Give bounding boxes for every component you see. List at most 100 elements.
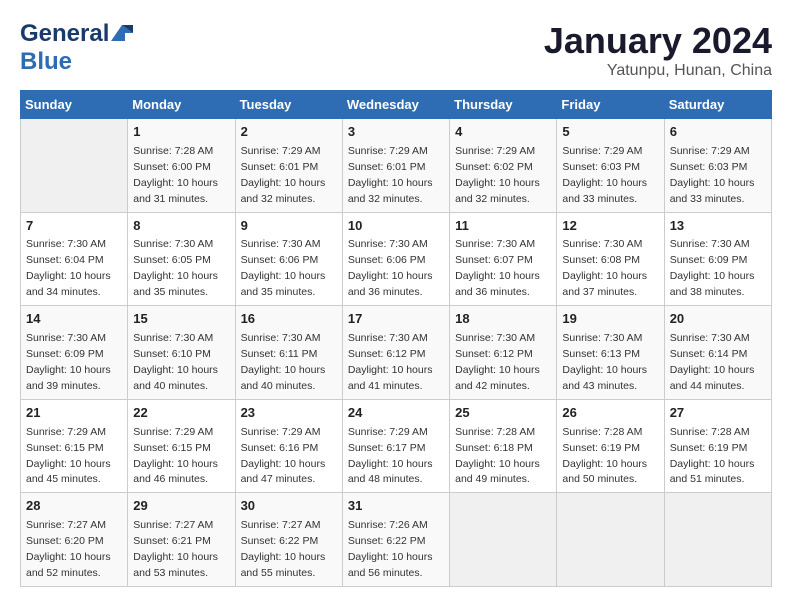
day-info: Sunrise: 7:30 AM Sunset: 6:11 PM Dayligh… — [241, 332, 326, 392]
day-number: 17 — [348, 310, 444, 329]
day-number: 15 — [133, 310, 229, 329]
calendar-week-4: 21 Sunrise: 7:29 AM Sunset: 6:15 PM Dayli… — [21, 399, 772, 493]
day-info: Sunrise: 7:30 AM Sunset: 6:13 PM Dayligh… — [562, 332, 647, 392]
day-info: Sunrise: 7:29 AM Sunset: 6:16 PM Dayligh… — [241, 426, 326, 486]
calendar-cell: 26 Sunrise: 7:28 AM Sunset: 6:19 PM Dayli… — [557, 399, 664, 493]
logo: General Blue — [20, 20, 133, 76]
day-info: Sunrise: 7:30 AM Sunset: 6:04 PM Dayligh… — [26, 238, 111, 298]
day-number: 20 — [670, 310, 766, 329]
weekday-tuesday: Tuesday — [235, 91, 342, 119]
day-number: 23 — [241, 404, 337, 423]
day-info: Sunrise: 7:28 AM Sunset: 6:19 PM Dayligh… — [562, 426, 647, 486]
weekday-monday: Monday — [128, 91, 235, 119]
calendar-week-3: 14 Sunrise: 7:30 AM Sunset: 6:09 PM Dayli… — [21, 306, 772, 400]
day-info: Sunrise: 7:27 AM Sunset: 6:22 PM Dayligh… — [241, 519, 326, 579]
day-number: 8 — [133, 217, 229, 236]
title-block: January 2024 Yatunpu, Hunan, China — [544, 20, 772, 80]
day-number: 9 — [241, 217, 337, 236]
day-number: 18 — [455, 310, 551, 329]
calendar-cell: 14 Sunrise: 7:30 AM Sunset: 6:09 PM Dayli… — [21, 306, 128, 400]
day-number: 11 — [455, 217, 551, 236]
calendar-week-1: 1Sunrise: 7:28 AM Sunset: 6:00 PM Daylig… — [21, 119, 772, 213]
day-info: Sunrise: 7:30 AM Sunset: 6:12 PM Dayligh… — [348, 332, 433, 392]
day-number: 29 — [133, 497, 229, 516]
day-info: Sunrise: 7:29 AM Sunset: 6:02 PM Dayligh… — [455, 145, 540, 205]
day-info: Sunrise: 7:30 AM Sunset: 6:06 PM Dayligh… — [348, 238, 433, 298]
day-info: Sunrise: 7:30 AM Sunset: 6:09 PM Dayligh… — [26, 332, 111, 392]
day-number: 3 — [348, 123, 444, 142]
calendar-cell: 1Sunrise: 7:28 AM Sunset: 6:00 PM Daylig… — [128, 119, 235, 213]
calendar-title: January 2024 — [544, 20, 772, 62]
calendar-cell — [557, 493, 664, 587]
calendar-cell: 11 Sunrise: 7:30 AM Sunset: 6:07 PM Dayli… — [450, 212, 557, 306]
day-number: 14 — [26, 310, 122, 329]
calendar-cell: 29 Sunrise: 7:27 AM Sunset: 6:21 PM Dayli… — [128, 493, 235, 587]
calendar-cell: 7 Sunrise: 7:30 AM Sunset: 6:04 PM Daylig… — [21, 212, 128, 306]
calendar-cell: 31Sunrise: 7:26 AM Sunset: 6:22 PM Dayli… — [342, 493, 449, 587]
calendar-table: SundayMondayTuesdayWednesdayThursdayFrid… — [20, 90, 772, 587]
calendar-cell: 2 Sunrise: 7:29 AM Sunset: 6:01 PM Daylig… — [235, 119, 342, 213]
day-number: 28 — [26, 497, 122, 516]
day-info: Sunrise: 7:29 AM Sunset: 6:17 PM Dayligh… — [348, 426, 433, 486]
calendar-cell: 24 Sunrise: 7:29 AM Sunset: 6:17 PM Dayli… — [342, 399, 449, 493]
day-number: 21 — [26, 404, 122, 423]
logo-icon — [111, 25, 133, 41]
calendar-cell: 18Sunrise: 7:30 AM Sunset: 6:12 PM Dayli… — [450, 306, 557, 400]
calendar-cell: 19 Sunrise: 7:30 AM Sunset: 6:13 PM Dayli… — [557, 306, 664, 400]
calendar-cell: 3Sunrise: 7:29 AM Sunset: 6:01 PM Daylig… — [342, 119, 449, 213]
day-number: 19 — [562, 310, 658, 329]
page-header: General Blue January 2024 Yatunpu, Hunan… — [20, 20, 772, 80]
calendar-cell: 10 Sunrise: 7:30 AM Sunset: 6:06 PM Dayli… — [342, 212, 449, 306]
day-info: Sunrise: 7:30 AM Sunset: 6:07 PM Dayligh… — [455, 238, 540, 298]
day-info: Sunrise: 7:30 AM Sunset: 6:14 PM Dayligh… — [670, 332, 755, 392]
calendar-cell — [21, 119, 128, 213]
calendar-cell: 22 Sunrise: 7:29 AM Sunset: 6:15 PM Dayli… — [128, 399, 235, 493]
day-info: Sunrise: 7:28 AM Sunset: 6:00 PM Dayligh… — [133, 145, 218, 205]
day-number: 7 — [26, 217, 122, 236]
calendar-cell: 9Sunrise: 7:30 AM Sunset: 6:06 PM Daylig… — [235, 212, 342, 306]
day-number: 2 — [241, 123, 337, 142]
calendar-cell: 16Sunrise: 7:30 AM Sunset: 6:11 PM Dayli… — [235, 306, 342, 400]
day-number: 12 — [562, 217, 658, 236]
calendar-cell — [664, 493, 771, 587]
day-info: Sunrise: 7:29 AM Sunset: 6:15 PM Dayligh… — [26, 426, 111, 486]
calendar-cell: 20 Sunrise: 7:30 AM Sunset: 6:14 PM Dayli… — [664, 306, 771, 400]
calendar-week-2: 7 Sunrise: 7:30 AM Sunset: 6:04 PM Daylig… — [21, 212, 772, 306]
calendar-cell: 17 Sunrise: 7:30 AM Sunset: 6:12 PM Dayli… — [342, 306, 449, 400]
calendar-week-5: 28 Sunrise: 7:27 AM Sunset: 6:20 PM Dayli… — [21, 493, 772, 587]
weekday-saturday: Saturday — [664, 91, 771, 119]
day-info: Sunrise: 7:30 AM Sunset: 6:08 PM Dayligh… — [562, 238, 647, 298]
calendar-cell: 21 Sunrise: 7:29 AM Sunset: 6:15 PM Dayli… — [21, 399, 128, 493]
logo-general: General — [20, 20, 109, 48]
calendar-cell: 6Sunrise: 7:29 AM Sunset: 6:03 PM Daylig… — [664, 119, 771, 213]
day-info: Sunrise: 7:27 AM Sunset: 6:21 PM Dayligh… — [133, 519, 218, 579]
calendar-cell: 25 Sunrise: 7:28 AM Sunset: 6:18 PM Dayli… — [450, 399, 557, 493]
calendar-cell: 4Sunrise: 7:29 AM Sunset: 6:02 PM Daylig… — [450, 119, 557, 213]
weekday-sunday: Sunday — [21, 91, 128, 119]
calendar-cell: 5Sunrise: 7:29 AM Sunset: 6:03 PM Daylig… — [557, 119, 664, 213]
day-info: Sunrise: 7:29 AM Sunset: 6:15 PM Dayligh… — [133, 426, 218, 486]
day-number: 22 — [133, 404, 229, 423]
calendar-cell — [450, 493, 557, 587]
weekday-header-row: SundayMondayTuesdayWednesdayThursdayFrid… — [21, 91, 772, 119]
calendar-subtitle: Yatunpu, Hunan, China — [544, 62, 772, 80]
day-info: Sunrise: 7:28 AM Sunset: 6:18 PM Dayligh… — [455, 426, 540, 486]
calendar-cell: 28 Sunrise: 7:27 AM Sunset: 6:20 PM Dayli… — [21, 493, 128, 587]
weekday-friday: Friday — [557, 91, 664, 119]
logo-blue: Blue — [20, 48, 72, 75]
calendar-cell: 27Sunrise: 7:28 AM Sunset: 6:19 PM Dayli… — [664, 399, 771, 493]
calendar-cell: 8Sunrise: 7:30 AM Sunset: 6:05 PM Daylig… — [128, 212, 235, 306]
calendar-cell: 23 Sunrise: 7:29 AM Sunset: 6:16 PM Dayli… — [235, 399, 342, 493]
day-info: Sunrise: 7:30 AM Sunset: 6:09 PM Dayligh… — [670, 238, 755, 298]
day-info: Sunrise: 7:27 AM Sunset: 6:20 PM Dayligh… — [26, 519, 111, 579]
calendar-header: SundayMondayTuesdayWednesdayThursdayFrid… — [21, 91, 772, 119]
day-number: 26 — [562, 404, 658, 423]
day-number: 10 — [348, 217, 444, 236]
day-number: 25 — [455, 404, 551, 423]
calendar-cell: 15Sunrise: 7:30 AM Sunset: 6:10 PM Dayli… — [128, 306, 235, 400]
day-number: 30 — [241, 497, 337, 516]
day-info: Sunrise: 7:29 AM Sunset: 6:03 PM Dayligh… — [670, 145, 755, 205]
day-info: Sunrise: 7:29 AM Sunset: 6:01 PM Dayligh… — [241, 145, 326, 205]
day-number: 24 — [348, 404, 444, 423]
weekday-wednesday: Wednesday — [342, 91, 449, 119]
